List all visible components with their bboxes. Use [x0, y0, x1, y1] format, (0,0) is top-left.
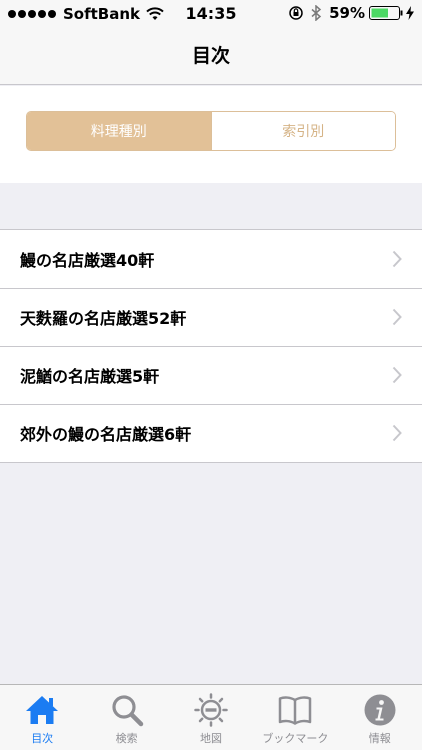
screen: SoftBank 14:35 59% 目次 料理種別 索引別 鰻の名店厳選40軒…: [0, 0, 422, 750]
tab-map[interactable]: 地図: [169, 685, 253, 750]
page-title: 目次: [191, 44, 230, 67]
tab-bar: 目次 検索 地図 ブックマーク 情報: [0, 684, 422, 750]
segment-cuisine-type[interactable]: 料理種別: [27, 112, 211, 150]
home-icon: [26, 696, 59, 724]
tab-search[interactable]: 検索: [84, 685, 168, 750]
rotation-lock-icon: [289, 6, 303, 20]
book-icon: [279, 696, 312, 725]
tab-label: 目次: [31, 732, 54, 745]
status-bar: SoftBank 14:35 59%: [0, 0, 422, 28]
segment-area: 料理種別 索引別: [0, 86, 422, 183]
map-icon: [194, 693, 228, 727]
list-item-label: 天麩羅の名店厳選52軒: [20, 309, 187, 328]
segment-index[interactable]: 索引別: [210, 112, 395, 150]
search-icon: [111, 695, 143, 727]
chevron-right-icon: [392, 366, 402, 384]
chevron-right-icon: [392, 424, 402, 442]
info-icon: [364, 694, 396, 726]
list-item-label: 鰻の名店厳選40軒: [20, 251, 155, 270]
list-item[interactable]: 泥鰌の名店厳選5軒: [0, 346, 422, 404]
list-item[interactable]: 鰻の名店厳選40軒: [0, 230, 422, 288]
tab-label: 情報: [368, 732, 391, 745]
list-item-label: 泥鰌の名店厳選5軒: [20, 367, 160, 386]
chevron-right-icon: [392, 250, 402, 268]
tab-label: 地図: [199, 732, 222, 745]
status-right: 59%: [289, 4, 414, 22]
segmented-control: 料理種別 索引別: [26, 111, 396, 151]
tab-label: 検索: [115, 732, 138, 745]
list-item[interactable]: 郊外の鰻の名店厳選6軒: [0, 404, 422, 462]
charging-icon: [406, 6, 414, 20]
tab-contents[interactable]: 目次: [0, 685, 84, 750]
nav-bar: 目次: [0, 28, 422, 85]
tab-bookmark[interactable]: ブックマーク: [253, 685, 337, 750]
list-item[interactable]: 天麩羅の名店厳選52軒: [0, 288, 422, 346]
category-list: 鰻の名店厳選40軒 天麩羅の名店厳選52軒 泥鰌の名店厳選5軒 郊外の鰻の名店厳…: [0, 229, 422, 463]
battery-percent: 59%: [329, 4, 365, 22]
tab-label: ブックマーク: [262, 732, 329, 745]
list-item-label: 郊外の鰻の名店厳選6軒: [20, 425, 192, 444]
bluetooth-icon: [311, 5, 322, 21]
tab-info[interactable]: 情報: [338, 685, 422, 750]
chevron-right-icon: [392, 308, 402, 326]
battery-icon: [369, 6, 403, 20]
